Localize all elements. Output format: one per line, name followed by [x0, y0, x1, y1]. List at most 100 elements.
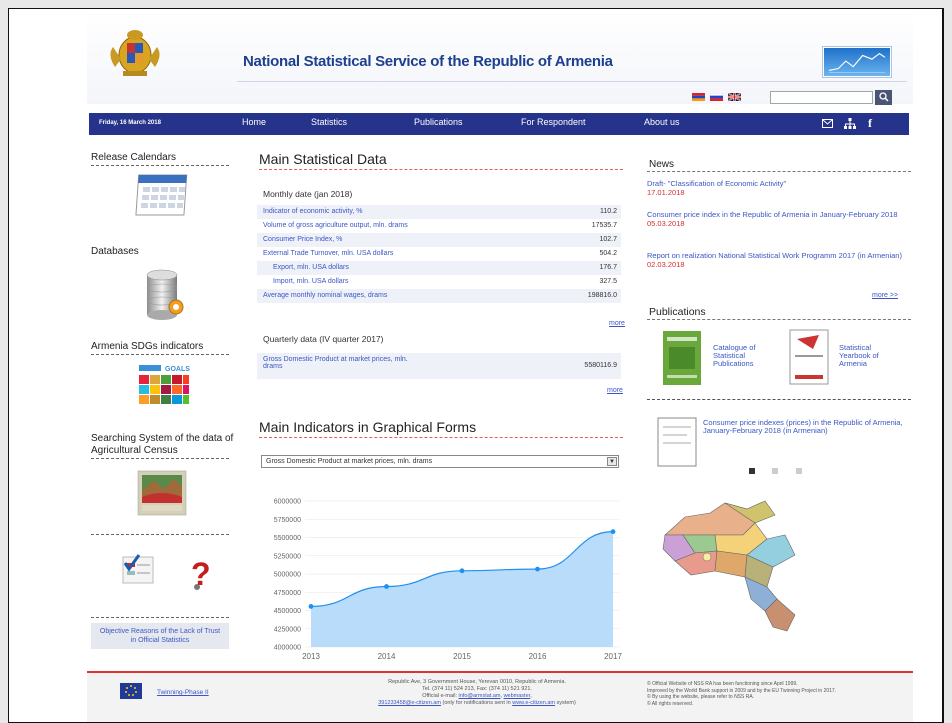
indicator-select-value: Gross Domestic Product at market prices,… — [266, 458, 433, 465]
armenian-flag-icon[interactable] — [692, 93, 705, 101]
row-label[interactable]: External Trade Turnover, mln. USA dollar… — [263, 250, 393, 257]
nav-publications[interactable]: Publications — [414, 117, 463, 127]
objective-reasons-banner[interactable]: Objective Reasons of the Lack of Trust i… — [91, 623, 229, 649]
row-value: 198816.0 — [587, 292, 617, 299]
data-point[interactable] — [610, 529, 616, 535]
news-item[interactable]: Report on realization National Statistic… — [647, 251, 911, 269]
divider — [91, 354, 229, 355]
catalogue-cover-image[interactable] — [661, 329, 703, 387]
armenia-regions-map[interactable] — [655, 495, 813, 635]
monthly-data-heading: Monthly date (jan 2018) — [263, 189, 353, 199]
nav-statistics[interactable]: Statistics — [311, 117, 347, 127]
table-row: Export, mln. USA dollars 176.7 — [257, 261, 621, 275]
indicator-select[interactable]: Gross Domestic Product at market prices,… — [261, 455, 619, 468]
y-tick-label: 4500000 — [274, 608, 301, 615]
news-item-text[interactable]: Draft- "Classification of Economic Activ… — [647, 179, 786, 188]
email-link[interactable]: info@armstat.am — [459, 693, 501, 699]
news-item[interactable]: Draft- "Classification of Economic Activ… — [647, 179, 911, 197]
database-image[interactable] — [143, 267, 185, 323]
row-label[interactable]: Gross Domestic Product at market prices,… — [263, 356, 408, 370]
databases-title[interactable]: Databases — [91, 246, 139, 257]
address-line: Republic Ave, 3 Government House, Yereva… — [388, 679, 566, 685]
table-row: Volume of gross agriculture output, mln.… — [257, 219, 621, 233]
row-value: 5580116.9 — [584, 362, 617, 369]
e-citizen-email-link[interactable]: 391233458@e-citizen.am — [378, 700, 441, 706]
agricultural-census-title[interactable]: Searching System of the data of Agricult… — [91, 433, 241, 457]
row-label[interactable]: Consumer Price Index, % — [263, 236, 342, 243]
objective-reasons-link[interactable]: Objective Reasons of the Lack of Trust i… — [97, 627, 223, 645]
nav-about-us[interactable]: About us — [644, 117, 680, 127]
cpi-publication-link[interactable]: Consumer price indexes (prices) in the R… — [703, 419, 909, 435]
gdp-label-line[interactable]: drams — [263, 363, 282, 370]
cpi-cover-image[interactable] — [657, 417, 697, 467]
e-citizen-site-link[interactable]: www.e-citizen.am — [512, 700, 555, 706]
carousel-dot[interactable] — [796, 468, 802, 474]
divider — [91, 534, 229, 535]
news-item-date: 17.01.2018 — [647, 188, 685, 197]
data-point[interactable] — [535, 566, 540, 572]
row-label[interactable]: Export, mln. USA dollars — [273, 264, 349, 271]
divider — [647, 319, 911, 320]
twinning-link[interactable]: Twinning-Phase II — [157, 689, 209, 696]
russian-flag-icon[interactable] — [710, 93, 723, 101]
data-point[interactable] — [459, 568, 465, 574]
news-item-date: 02.03.2018 — [647, 260, 685, 269]
y-tick-label: 5750000 — [274, 517, 301, 524]
gdp-label-line[interactable]: Gross Domestic Product at market prices,… — [263, 356, 408, 363]
search-input[interactable] — [770, 91, 873, 104]
yearbook-link[interactable]: Statistical Yearbook of Armenia — [839, 344, 899, 368]
survey-checklist-image[interactable] — [121, 553, 157, 587]
news-item[interactable]: Consumer price index in the Republic of … — [647, 210, 911, 228]
mail-icon[interactable] — [822, 119, 833, 128]
search-icon — [878, 92, 889, 102]
carousel-dot-active[interactable] — [749, 468, 755, 474]
news-more-link[interactable]: more >> — [872, 292, 898, 299]
eu-twinning-logo[interactable] — [120, 683, 142, 699]
row-label[interactable]: Indicator of economic activity, % — [263, 208, 362, 215]
nav-for-respondent[interactable]: For Respondent — [521, 117, 586, 127]
census-book-image[interactable] — [134, 467, 192, 519]
x-tick-label: 2016 — [529, 652, 547, 661]
row-label[interactable]: Average monthly nominal wages, drams — [263, 292, 387, 299]
data-point[interactable] — [308, 604, 314, 609]
sitemap-icon[interactable] — [844, 118, 856, 129]
table-row: Consumer Price Index, % 102.7 — [257, 233, 621, 247]
chevron-down-icon[interactable]: ▼ — [607, 457, 617, 466]
y-tick-label: 5250000 — [274, 553, 301, 560]
divider — [259, 169, 623, 170]
quarterly-data-heading: Quarterly data (IV quarter 2017) — [263, 334, 384, 344]
statistics-logo[interactable] — [823, 47, 891, 77]
site-title[interactable]: National Statistical Service of the Repu… — [243, 53, 613, 70]
divider — [647, 399, 911, 400]
question-mark-image[interactable]: ? — [189, 557, 217, 591]
more-link[interactable]: more — [609, 320, 625, 327]
coat-of-arms-logo[interactable] — [105, 25, 165, 79]
row-value: 176.7 — [599, 264, 617, 271]
sdg-indicators-title[interactable]: Armenia SDGs indicators — [91, 341, 203, 352]
news-item-text[interactable]: Report on realization National Statistic… — [647, 251, 902, 260]
footer: Twinning-Phase II Republic Ave, 3 Govern… — [87, 671, 913, 722]
webmaster-link[interactable]: webmaster — [504, 693, 531, 699]
footer-notes: © Official Website of NSS RA has been fu… — [647, 681, 911, 707]
row-label[interactable]: Import, mln. USA dollars — [273, 278, 348, 285]
header-divider — [237, 81, 907, 82]
search-button[interactable] — [875, 90, 892, 105]
news-item-date: 05.03.2018 — [647, 219, 685, 228]
data-point[interactable] — [384, 584, 389, 589]
calendar-image[interactable] — [133, 171, 193, 219]
english-flag-icon[interactable] — [728, 93, 741, 101]
news-item-text[interactable]: Consumer price index in the Republic of … — [647, 210, 898, 219]
more-link[interactable]: more — [607, 387, 623, 394]
catalogue-link[interactable]: Catalogue of Statistical Publications — [713, 344, 773, 368]
sdg-goals-image[interactable]: GOALS — [135, 361, 191, 411]
row-value: 102.7 — [599, 236, 617, 243]
yearbook-cover-image[interactable] — [789, 329, 829, 385]
facebook-icon[interactable]: f — [868, 116, 872, 131]
nav-home[interactable]: Home — [242, 117, 266, 127]
y-tick-label: 4000000 — [274, 645, 301, 652]
row-label[interactable]: Volume of gross agriculture output, mln.… — [263, 222, 408, 229]
browser-frame: National Statistical Service of the Repu… — [8, 8, 944, 723]
e-citizen-note: (only for notifications sent in — [442, 700, 511, 706]
release-calendars-title[interactable]: Release Calendars — [91, 152, 176, 163]
carousel-dot[interactable] — [772, 468, 778, 474]
